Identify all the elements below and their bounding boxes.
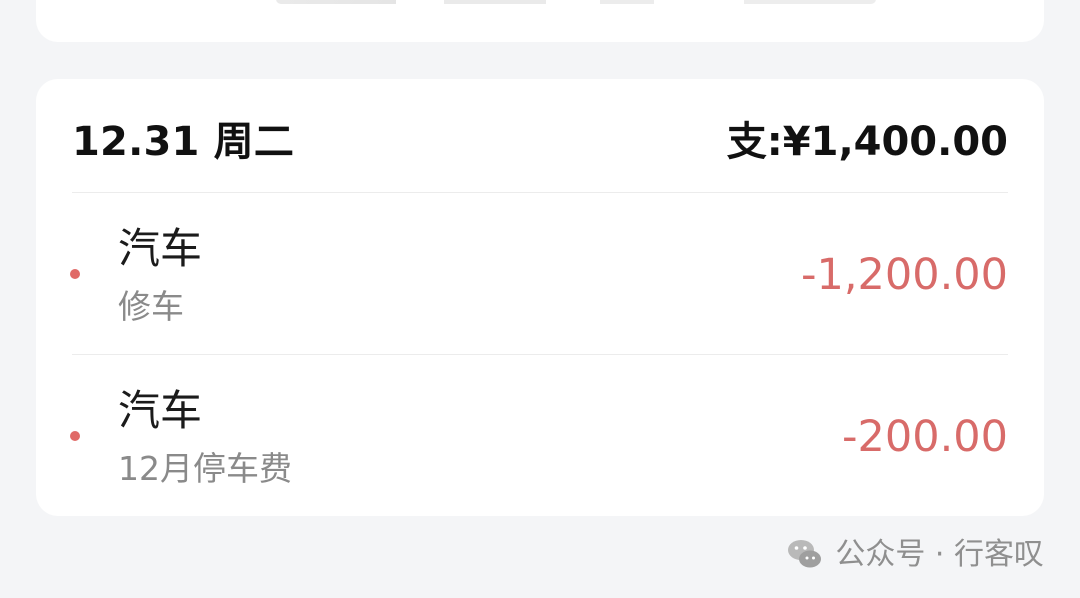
expense-dot-icon	[70, 269, 80, 279]
transaction-category: 汽车	[118, 224, 203, 273]
transaction-amount: -200.00	[842, 412, 1008, 462]
day-date: 12.31 周二	[72, 119, 295, 165]
wechat-icon	[788, 540, 822, 568]
watermark-text: 公众号 · 行客叹	[835, 537, 1044, 572]
day-transactions-card[interactable]: 12.31 周二 支:¥1,400.00 汽车 修车 -1,200.00 汽车 …	[36, 79, 1044, 516]
transaction-row[interactable]: 汽车 12月停车费 -200.00	[36, 355, 1044, 517]
day-expense-total: 支:¥1,400.00	[726, 119, 1008, 165]
expense-dot-icon	[70, 431, 80, 441]
transaction-amount: -1,200.00	[800, 250, 1008, 300]
transaction-note: 12月停车费	[118, 449, 292, 488]
transaction-row[interactable]: 汽车 修车 -1,200.00	[36, 193, 1044, 355]
previous-summary-card	[36, 0, 1044, 42]
watermark: 公众号 · 行客叹	[785, 533, 1044, 577]
transaction-note: 修车	[118, 287, 184, 326]
day-header: 12.31 周二 支:¥1,400.00	[72, 116, 1008, 168]
transaction-category: 汽车	[118, 386, 203, 435]
truncated-content	[276, 0, 876, 4]
